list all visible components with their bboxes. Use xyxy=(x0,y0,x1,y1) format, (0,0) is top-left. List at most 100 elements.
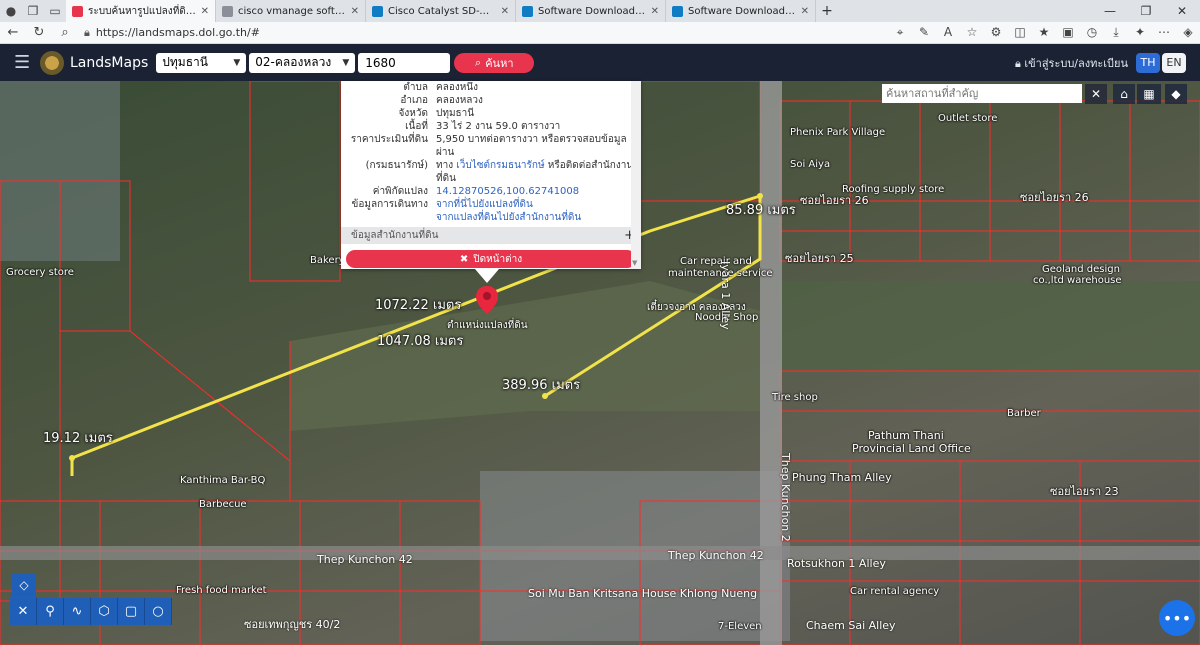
info-row: เนื้อที่ 33 ไร่ 2 งาน 59.0 ตารางวา xyxy=(341,120,641,133)
grid-icon[interactable]: ▦ xyxy=(1137,84,1161,104)
road-label: Soi Mu Ban Kritsana House Khlong Nueng xyxy=(528,587,758,600)
thep-kunchon-road xyxy=(0,546,1200,560)
close-tab-icon[interactable]: ✕ xyxy=(801,6,809,17)
section-title: ข้อมูลสำนักงานที่ดิน xyxy=(351,230,439,241)
close-tab-icon[interactable]: ✕ xyxy=(501,6,509,17)
parcel-number-input[interactable] xyxy=(358,52,451,73)
eraser-icon[interactable]: ◇ xyxy=(12,573,36,597)
url-field[interactable]: 🔒︎ https://landsmaps.dol.go.th/# xyxy=(78,24,888,42)
map-label: Bakery xyxy=(310,255,345,266)
info-label: ราคาประเมินที่ดิน xyxy=(350,134,428,145)
distance-label: 85.89 เมตร xyxy=(726,203,796,218)
lang-th-button[interactable]: TH xyxy=(1136,52,1160,73)
info-label: ตำบล xyxy=(403,82,428,93)
measure-tool-icon[interactable]: ✕ xyxy=(10,598,37,625)
favorite-star-icon[interactable]: ☆ xyxy=(960,25,984,40)
map-label: Pathum Thani xyxy=(868,429,944,442)
info-row: ตำบล คลองหนึ่ง xyxy=(341,81,641,94)
layers-icon[interactable]: ◆ xyxy=(1165,84,1187,104)
info-row: จังหวัด ปทุมธานี xyxy=(341,107,641,120)
workspaces-icon[interactable]: ❐ xyxy=(22,0,44,22)
polyline-tool-icon[interactable]: ∿ xyxy=(64,598,91,625)
brand-name: LandsMaps xyxy=(70,54,149,71)
browser-tab[interactable]: Cisco Catalyst SD-WAN Manager ✕ xyxy=(366,0,516,22)
pin-label: ตำแหน่งแปลงที่ดิน xyxy=(447,320,528,331)
profile-icon[interactable]: ● xyxy=(0,0,22,22)
map-label: ซอยไอยรา 23 xyxy=(1050,485,1119,498)
road-label: Thep Kunchon 42 xyxy=(317,553,413,566)
map-label: Phung Tham Alley xyxy=(792,471,892,484)
treasury-website-link[interactable]: เว็บไซต์กรมธนารักษ์ xyxy=(456,160,544,171)
info-label: ข้อมูลการเดินทาง xyxy=(351,199,428,210)
popup-scrollbar[interactable]: ▼ xyxy=(631,81,641,269)
home-icon[interactable]: ⌂ xyxy=(1113,84,1135,104)
clear-search-icon[interactable]: ✕ xyxy=(1085,84,1107,104)
distance-label: 1072.22 เมตร xyxy=(375,298,462,313)
info-value: 5,950 บาทต่อตารางวา หรือตรวจสอบข้อมูลผ่า… xyxy=(436,134,627,158)
chevron-down-icon: ▼ xyxy=(233,57,241,68)
search-icon: ⌕ xyxy=(475,55,482,69)
land-office-section[interactable]: ข้อมูลสำนักงานที่ดิน + xyxy=(341,227,641,244)
close-tab-icon[interactable]: ✕ xyxy=(651,6,659,17)
minimize-icon[interactable]: — xyxy=(1092,4,1128,18)
login-link[interactable]: 🔒︎ เข้าสู่ระบบ/ลงทะเบียน xyxy=(1015,54,1128,72)
province-value: ปทุมธานี xyxy=(162,55,208,69)
tab-actions-icon[interactable]: ▭ xyxy=(44,0,66,22)
route-to-office-link[interactable]: จากแปลงที่ดินไปยังสำนักงานที่ดิน xyxy=(436,211,641,224)
map-label: Outlet store xyxy=(938,113,998,124)
hamburger-menu-icon[interactable]: ☰ xyxy=(14,52,34,73)
downloads-icon[interactable]: ⤓ xyxy=(1104,25,1128,40)
lang-en-button[interactable]: EN xyxy=(1162,52,1186,73)
browser-tab[interactable]: ระบบค้นหารูปแปลงที่ดิน (LandsMaps) ✕ xyxy=(66,0,216,22)
new-tab-button[interactable]: + xyxy=(816,3,838,19)
coordinate-link[interactable]: 14.12870526,100.62741008 xyxy=(436,185,641,198)
route-to-parcel-link[interactable]: จากที่นี่ไปยังแปลงที่ดิน xyxy=(436,198,641,211)
more-options-button[interactable]: ••• xyxy=(1159,600,1195,636)
browser-tab[interactable]: Software Download - Cisco Syste ✕ xyxy=(666,0,816,22)
popup-pointer xyxy=(475,269,499,283)
province-select[interactable]: ปทุมธานี ▼ xyxy=(156,52,247,73)
more-icon[interactable]: ⋯ xyxy=(1152,25,1176,40)
lock-icon: 🔒︎ xyxy=(84,25,90,39)
extensions-icon[interactable]: ⚙ xyxy=(984,25,1008,40)
road-label: Thep Kunchon 42 xyxy=(668,549,764,562)
maximize-icon[interactable]: ❐ xyxy=(1128,4,1164,18)
close-window-icon[interactable]: ✕ xyxy=(1164,4,1200,18)
tracking-icon[interactable]: ✎ xyxy=(912,25,936,40)
edge-copilot-icon[interactable]: ◈ xyxy=(1176,25,1200,40)
search-icon[interactable]: ⌕ xyxy=(52,25,78,40)
road-label: ซอยเทพกุญชร 40/2 xyxy=(244,618,341,631)
close-tab-icon[interactable]: ✕ xyxy=(201,6,209,17)
map-pin-icon[interactable] xyxy=(476,286,498,314)
polygon-tool-icon[interactable]: ⬡ xyxy=(91,598,118,625)
road-label: Iyara 1 Alley xyxy=(719,261,732,330)
copilot-icon[interactable]: ✦ xyxy=(1128,25,1152,40)
search-button[interactable]: ⌕ ค้นหา xyxy=(454,52,535,73)
circle-tool-icon[interactable]: ○ xyxy=(145,598,172,625)
map-label: co.,ltd warehouse xyxy=(1033,275,1122,286)
close-window-button[interactable]: ✖ ปิดหน้าต่าง xyxy=(346,250,636,268)
map-label: Barber xyxy=(1007,408,1041,419)
map-label: Kanthima Bar-BQ xyxy=(180,475,266,486)
info-label: อำเภอ xyxy=(400,95,428,106)
read-aloud-icon[interactable]: A xyxy=(936,25,960,40)
history-icon[interactable]: ◷ xyxy=(1080,25,1104,40)
info-value: คลองหนึ่ง xyxy=(436,82,479,93)
close-label: ปิดหน้าต่าง xyxy=(473,253,523,265)
browser-tab[interactable]: cisco vmanage software download ✕ xyxy=(216,0,366,22)
back-icon[interactable]: ← xyxy=(0,25,26,40)
tab-title: Software Download - Cisco Syste xyxy=(688,5,797,17)
split-screen-icon[interactable]: ◫ xyxy=(1008,25,1032,40)
scroll-down-icon[interactable]: ▼ xyxy=(632,259,637,267)
close-tab-icon[interactable]: ✕ xyxy=(351,6,359,17)
place-search-input[interactable] xyxy=(882,84,1082,103)
reload-icon[interactable]: ↻ xyxy=(26,25,52,40)
parcel-info-popup: ตำบล คลองหนึ่ง อำเภอ คลองหลวง จังหวัด ปทุมธาน… xyxy=(341,81,641,269)
district-select[interactable]: 02-คลองหลวง ▼ xyxy=(249,52,356,73)
location-icon[interactable]: ⌖ xyxy=(888,25,912,40)
collections-icon[interactable]: ▣ xyxy=(1056,25,1080,40)
rectangle-tool-icon[interactable]: ▢ xyxy=(118,598,145,625)
browser-tab[interactable]: Software Download - Cisco Syste ✕ xyxy=(516,0,666,22)
marker-tool-icon[interactable]: ⚲ xyxy=(37,598,64,625)
favorites-icon[interactable]: ★ xyxy=(1032,25,1056,40)
